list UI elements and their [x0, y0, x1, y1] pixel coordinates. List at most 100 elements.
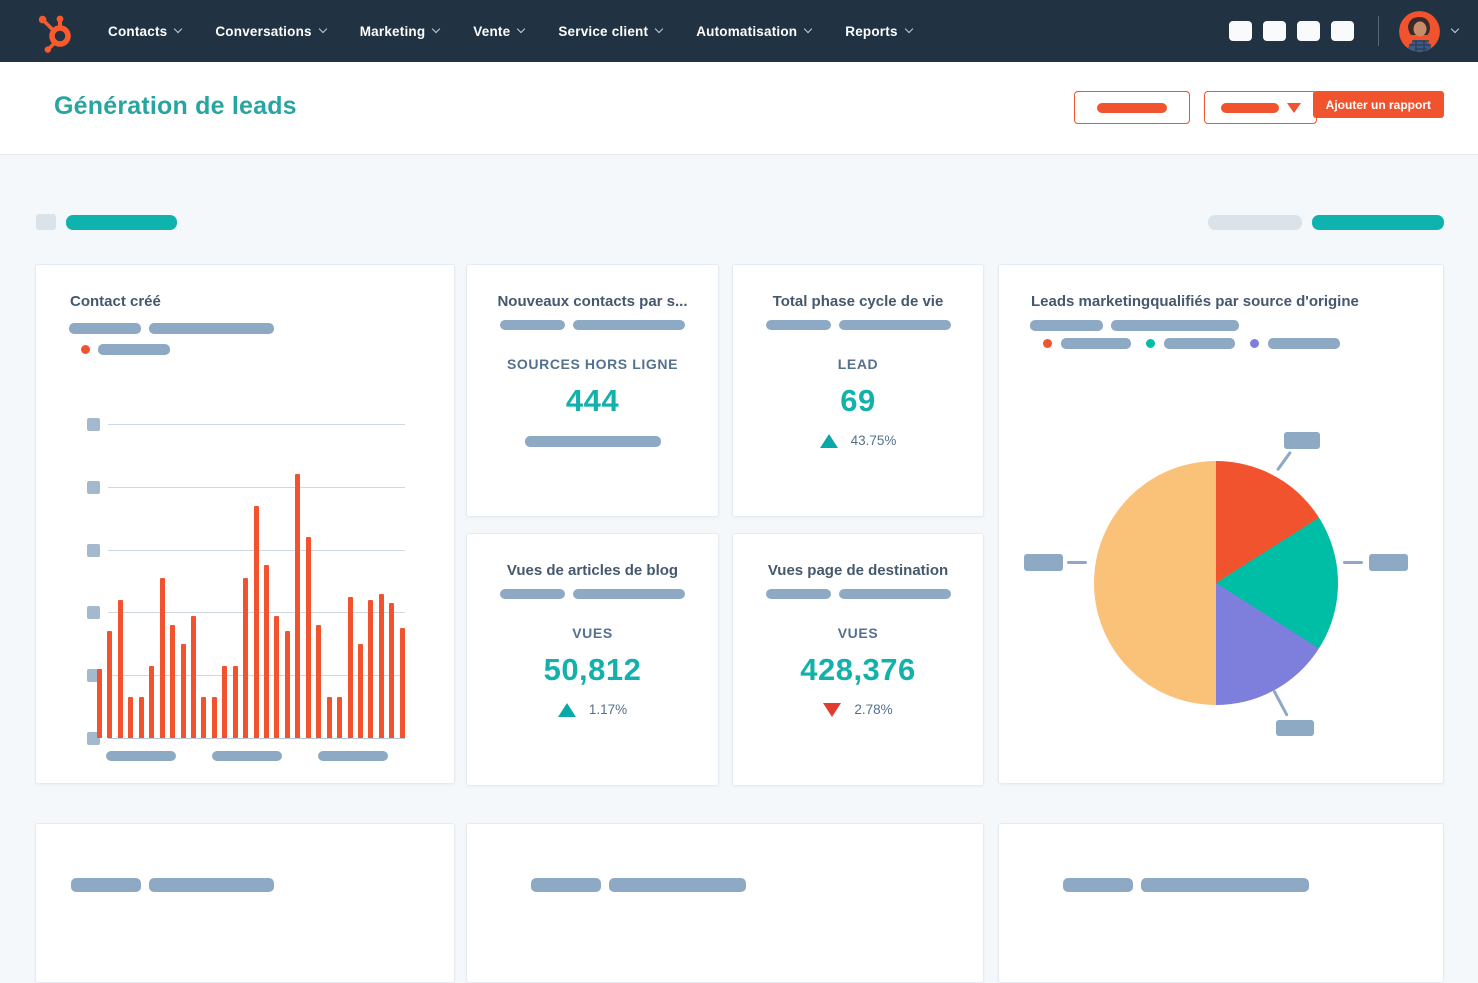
chevron-down-icon	[517, 24, 526, 34]
card-vues-blog: Vues de articles de blog VUES 50,812 1.1…	[466, 533, 719, 786]
bar	[170, 624, 176, 738]
chevron-down-icon	[318, 24, 327, 34]
nav-item-automatisation[interactable]: Automatisation	[696, 23, 813, 39]
chevron-down-icon	[432, 24, 441, 34]
nav-item-vente[interactable]: Vente	[473, 23, 526, 39]
nav-item-marketing[interactable]: Marketing	[359, 23, 441, 39]
kpi-value: 50,812	[543, 652, 642, 687]
kpi-label: LEAD	[837, 356, 879, 372]
card-subtitle-placeholder	[765, 589, 951, 599]
user-avatar[interactable]	[1399, 10, 1440, 52]
card-title-placeholder	[531, 878, 746, 892]
kpi-label: VUES	[837, 625, 879, 641]
chevron-down-icon	[174, 24, 183, 34]
dashboard-name-placeholder[interactable]	[66, 215, 177, 230]
bar-chart-plot	[87, 418, 405, 745]
bar	[243, 577, 249, 738]
bar	[180, 643, 186, 738]
card-total-phase: Total phase cycle de vie LEAD 69 43.75%	[732, 264, 984, 517]
pie-callout-placeholder	[1024, 554, 1063, 571]
page-header: Génération de leads Ajouter un rapport	[0, 62, 1478, 155]
bar	[149, 665, 155, 738]
kpi-footer-placeholder	[524, 436, 661, 447]
kpi-delta-value: 43.75%	[850, 433, 897, 448]
nav-item-service-client[interactable]: Service client	[558, 23, 664, 39]
bar	[305, 537, 311, 738]
nav-item-label: Marketing	[359, 23, 426, 39]
card-title: Leads marketingqualifiés par source d'or…	[1031, 293, 1359, 310]
card-subtitle-placeholder	[500, 589, 685, 599]
card-contact-cree: Contact créé	[35, 264, 455, 784]
card-subtitle-placeholder	[69, 323, 274, 334]
pie-callout-line	[1343, 561, 1363, 564]
card-title: Vues de articles de blog	[506, 562, 679, 579]
nav-item-label: Reports	[845, 23, 898, 39]
bar	[222, 665, 228, 738]
nav-icon-placeholder-1[interactable]	[1229, 21, 1252, 41]
chevron-down-icon[interactable]	[1450, 24, 1460, 34]
bar	[232, 665, 238, 738]
nav-item-label: Automatisation	[696, 23, 798, 39]
legend-label-placeholder	[1164, 338, 1235, 349]
kpi-delta: 43.75%	[819, 433, 897, 448]
bar	[357, 643, 363, 738]
pie-chart	[1094, 461, 1338, 705]
trend-up-icon	[557, 702, 576, 717]
kpi-delta-value: 2.78%	[854, 702, 893, 717]
chevron-down-icon	[804, 24, 813, 34]
pie-callout-line	[1272, 689, 1289, 717]
nav-icon-placeholder-2[interactable]	[1263, 21, 1286, 41]
nav-item-reports[interactable]: Reports	[845, 23, 913, 39]
bar	[389, 602, 395, 738]
legend-label-placeholder	[98, 344, 170, 355]
bar	[159, 577, 165, 738]
bar	[295, 474, 301, 738]
pie-callout-line	[1067, 561, 1087, 564]
bar	[253, 505, 259, 738]
filter-placeholder-teal[interactable]	[1312, 215, 1444, 230]
card-subtitle-placeholder	[765, 320, 951, 330]
bar-chart-legend	[81, 344, 170, 355]
hubspot-logo-icon[interactable]	[34, 9, 78, 53]
bar	[316, 624, 322, 738]
pie-legend-dot	[1043, 339, 1052, 348]
add-report-button[interactable]: Ajouter un rapport	[1312, 91, 1444, 118]
card-title: Nouveaux contacts par s...	[497, 293, 688, 310]
kpi-value: 444	[565, 383, 620, 418]
card-subtitle-placeholder	[500, 320, 685, 330]
nav-item-label: Contacts	[108, 23, 168, 39]
nav-icon-placeholder-3[interactable]	[1297, 21, 1320, 41]
bar	[337, 697, 343, 738]
pie-callout-placeholder	[1369, 554, 1408, 571]
pie-legend-dot	[1250, 339, 1259, 348]
card-bottom-1	[35, 823, 455, 983]
kpi-delta: 2.78%	[823, 702, 893, 717]
nav-item-contacts[interactable]: Contacts	[108, 23, 183, 39]
bar	[399, 628, 405, 738]
kpi-label: SOURCES HORS LIGNE	[506, 356, 679, 372]
bar	[117, 599, 123, 738]
kpi-label: VUES	[572, 625, 613, 641]
card-leads-mql: Leads marketingqualifiés par source d'or…	[998, 264, 1444, 784]
bar	[368, 599, 374, 738]
nav-icon-placeholder-4[interactable]	[1331, 21, 1354, 41]
trend-up-icon	[819, 433, 838, 448]
bar	[211, 697, 217, 738]
bar	[264, 565, 269, 738]
filter-placeholder-gray[interactable]	[1208, 215, 1302, 230]
dashboard-filter-icon[interactable]	[36, 214, 56, 230]
pie-callout-placeholder	[1276, 720, 1314, 736]
bar	[107, 631, 113, 738]
header-action-placeholder-button[interactable]	[1074, 91, 1190, 124]
nav-item-label: Service client	[558, 23, 649, 39]
chevron-down-icon	[904, 24, 913, 34]
bar	[190, 615, 196, 738]
nav-item-conversations[interactable]: Conversations	[215, 24, 327, 39]
bar	[97, 668, 102, 738]
pie-callout-line	[1275, 450, 1292, 471]
card-nouveaux-contacts: Nouveaux contacts par s... SOURCES HORS …	[466, 264, 719, 517]
card-title-placeholder	[1063, 878, 1309, 892]
chevron-down-icon	[654, 24, 664, 34]
nav-item-label: Vente	[473, 23, 511, 39]
header-dropdown-placeholder-button[interactable]	[1204, 91, 1317, 124]
